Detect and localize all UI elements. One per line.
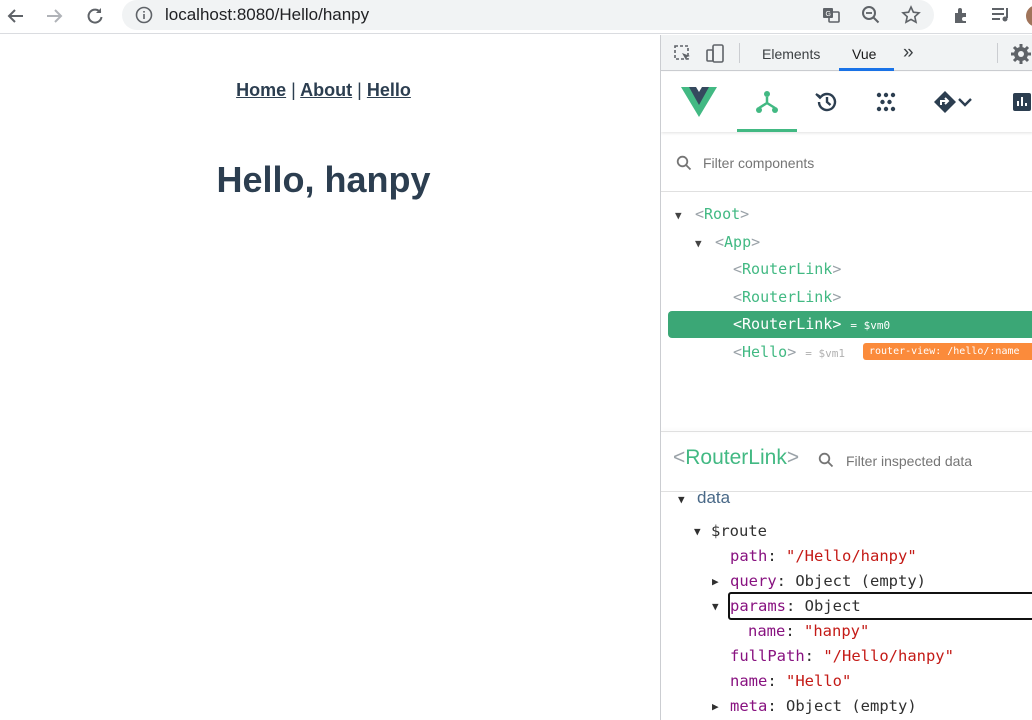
prop-key: name	[748, 622, 786, 640]
performance-icon[interactable]	[1004, 84, 1032, 120]
component-name-label: RouterLink	[685, 446, 787, 469]
prop-value: "/Hello/hanpy"	[786, 547, 917, 565]
prop-value: Object (empty)	[786, 697, 917, 715]
expand-arrow-icon[interactable]: ▼	[678, 493, 685, 506]
vm-ref: = $vm1	[805, 347, 845, 360]
devtools-panel: Elements Vue » Filter components ▼ <Root…	[660, 35, 1032, 720]
prop-key: path	[730, 547, 768, 565]
active-tab-indicator	[839, 68, 894, 71]
prop-key: $route	[711, 522, 767, 540]
tree-node-label: Hello	[742, 343, 788, 361]
tree-node-routerlink[interactable]: <RouterLink>	[733, 260, 841, 286]
address-bar[interactable]: localhost:8080/Hello/hanpy G	[122, 0, 934, 30]
expand-arrow-icon[interactable]: ▼	[695, 237, 702, 250]
tree-node-hello[interactable]: <Hello> = $vm1	[733, 343, 845, 369]
prop-value: Object (empty)	[795, 572, 926, 590]
tree-node-label: RouterLink	[742, 315, 833, 333]
tree-node-label: RouterLink	[742, 260, 833, 278]
prop-value: Object	[804, 597, 861, 615]
avatar[interactable]	[1026, 5, 1032, 27]
inspected-component-name: <RouterLink>	[673, 446, 800, 469]
tab-elements[interactable]: Elements	[762, 46, 820, 62]
nav-separator: |	[291, 80, 296, 100]
tab-vue[interactable]: Vue	[852, 46, 876, 62]
prop-key: name	[730, 672, 768, 690]
devtools-tab-bar: Elements Vue »	[661, 35, 1032, 71]
filter-components-placeholder: Filter components	[703, 155, 815, 171]
page-title: Hello, hanpy	[216, 159, 431, 200]
vm-ref: = $vm0	[850, 319, 891, 332]
inspect-element-icon[interactable]	[673, 44, 693, 69]
nav-link-about[interactable]: About	[300, 80, 352, 100]
extensions-icon[interactable]	[951, 4, 973, 26]
search-icon	[818, 452, 834, 473]
prop-key: meta	[730, 697, 768, 715]
media-controls-icon[interactable]	[990, 4, 1012, 26]
section-label: data	[697, 488, 731, 507]
tree-node-label: RouterLink	[742, 288, 833, 306]
divider	[997, 43, 998, 63]
forward-icon[interactable]	[40, 3, 68, 29]
prop-name[interactable]: name: "Hello"	[730, 672, 851, 694]
history-icon[interactable]	[809, 84, 845, 120]
router-view-badge: router-view: /hello/:name	[863, 343, 1032, 360]
inspector-data-pane: ▼ data ▼ $route path: "/Hello/hanpy" ▶ q…	[661, 488, 1032, 720]
site-info-icon[interactable]	[134, 5, 154, 25]
expand-arrow-icon[interactable]: ▼	[712, 600, 719, 613]
active-vue-tab-indicator	[737, 129, 797, 132]
prop-key: params	[730, 597, 786, 615]
search-icon	[676, 155, 692, 176]
filter-components-field[interactable]: Filter components	[661, 138, 1032, 192]
prop-path[interactable]: path: "/Hello/hanpy"	[730, 547, 917, 569]
app-nav: Home | About | Hello	[0, 80, 647, 101]
nav-separator: |	[357, 80, 362, 100]
tree-node-label: App	[724, 233, 752, 251]
chevron-down-icon[interactable]	[955, 84, 975, 120]
translate-icon[interactable]: G	[820, 4, 842, 26]
components-tab-icon[interactable]	[749, 84, 785, 120]
url-text[interactable]: localhost:8080/Hello/hanpy	[165, 5, 369, 25]
zoom-icon[interactable]	[860, 4, 882, 26]
reload-icon[interactable]	[81, 3, 109, 29]
prop-value: "/Hello/hanpy"	[823, 647, 954, 665]
expand-arrow-icon[interactable]: ▼	[675, 209, 682, 222]
svg-text:G: G	[826, 11, 831, 18]
events-icon[interactable]	[868, 84, 904, 120]
bookmark-star-icon[interactable]	[900, 4, 922, 26]
tree-node-label: Root	[704, 205, 741, 223]
more-tabs-button[interactable]: »	[903, 42, 914, 64]
prop-fullpath[interactable]: fullPath: "/Hello/hanpy"	[730, 647, 954, 669]
browser-toolbar: localhost:8080/Hello/hanpy G	[0, 0, 1032, 34]
prop-key: query	[730, 572, 777, 590]
nav-link-home[interactable]: Home	[236, 80, 286, 100]
back-icon[interactable]	[2, 3, 30, 29]
prop-value: "Hello"	[786, 672, 852, 690]
collapse-arrow-icon[interactable]: ▶	[712, 575, 719, 588]
collapse-arrow-icon[interactable]: ▶	[712, 700, 719, 713]
vue-devtools-toolbar	[661, 72, 1032, 132]
prop-value: "hanpy"	[804, 622, 870, 640]
vue-logo-icon	[679, 82, 719, 122]
filter-inspected-data-input[interactable]: Filter inspected data	[846, 453, 972, 469]
gear-icon[interactable]	[1010, 43, 1032, 70]
nav-link-hello[interactable]: Hello	[367, 80, 411, 100]
prop-key: fullPath	[730, 647, 805, 665]
divider	[739, 43, 740, 63]
tree-node-routerlink-selected[interactable]: <RouterLink> = $vm0	[733, 315, 890, 341]
prop-param-name[interactable]: name: "hanpy"	[748, 622, 869, 644]
expand-arrow-icon[interactable]: ▼	[694, 525, 701, 538]
device-toolbar-icon[interactable]	[705, 44, 725, 69]
page-viewport: Home | About | Hello Hello, hanpy	[0, 35, 660, 720]
inspector-header: <RouterLink> Filter inspected data	[661, 432, 1032, 492]
